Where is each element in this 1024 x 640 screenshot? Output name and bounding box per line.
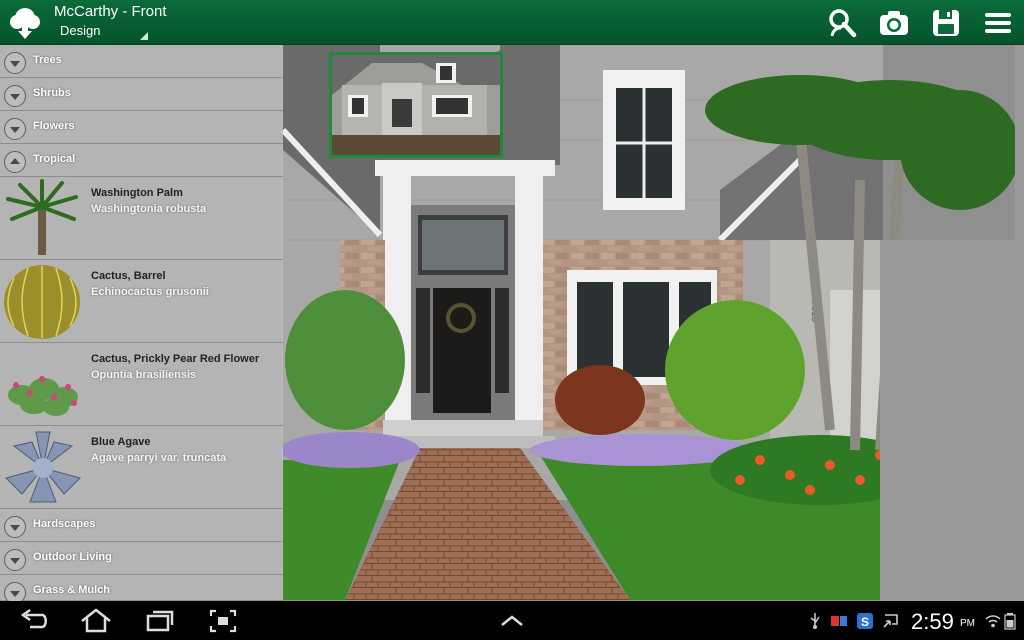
action-bar: McCarthy - Front Design [0,0,1024,45]
category-label: Tropical [33,153,76,165]
status-clock-ampm: PM [960,618,975,629]
mode-dropdown-label: Design [60,23,101,38]
blue-agave-thumbnail [5,431,81,503]
home-button[interactable] [78,607,114,635]
usb-icon [810,613,820,629]
home-icon [81,608,111,633]
plant-scientific-name: Opuntia brasiliensis [91,369,197,381]
screen-mirror-icon [831,616,847,626]
dropdown-corner-icon [140,32,148,40]
recent-apps-button[interactable] [142,607,178,635]
tree-download-icon[interactable] [6,4,44,42]
plant-item-prickly-pear[interactable]: Cactus, Prickly Pear Red Flower Opuntia … [0,343,283,426]
screenshot-capture-icon [209,609,237,633]
plant-item-washington-palm[interactable]: Washington Palm Washingtonia robusta [0,177,283,260]
sync-s-icon: S [857,613,873,629]
expand-chevron-icon [4,52,26,74]
category-grass-mulch[interactable]: Grass & Mulch [0,575,283,604]
plant-search-icon [829,9,857,38]
plant-item-barrel-cactus[interactable]: Cactus, Barrel Echinocactus grusonii [0,260,283,343]
prickly-pear-thumbnail [8,376,78,416]
search-plant-button[interactable] [825,6,859,40]
floppy-disk-icon [933,10,959,36]
back-arrow-icon [20,608,47,629]
app-window: McCarthy - Front Design Trees Shrubs Flo… [0,0,1024,640]
category-outdoor-living[interactable]: Outdoor Living [0,542,283,575]
hamburger-menu-icon [985,13,1011,33]
plant-library-panel: Trees Shrubs Flowers Tropical Washington… [0,45,283,604]
category-trees[interactable]: Trees [0,45,283,78]
barrel-cactus-thumbnail [4,265,80,339]
category-label: Flowers [33,120,75,132]
plant-common-name: Cactus, Prickly Pear Red Flower [91,353,260,365]
category-flowers[interactable]: Flowers [0,111,283,144]
svg-text:S: S [861,615,869,629]
expand-chevron-icon [4,516,26,538]
wifi-icon [985,615,1001,628]
category-label: Grass & Mulch [33,584,111,596]
camera-icon [880,11,908,35]
chevron-up-icon [501,615,523,626]
category-label: Outdoor Living [33,551,112,563]
category-label: Hardscapes [33,518,96,530]
project-title: McCarthy - Front [54,3,167,20]
save-button[interactable] [929,6,963,40]
photo-thumbnail[interactable] [329,52,503,158]
category-hardscapes[interactable]: Hardscapes [0,509,283,542]
expand-chevron-icon [4,118,26,140]
collapse-chevron-icon [4,151,26,173]
palm-tree-thumbnail [6,179,78,255]
status-clock: 2:59 [911,609,954,634]
battery-icon [1004,613,1016,630]
plant-common-name: Cactus, Barrel [91,270,166,282]
plant-common-name: Blue Agave [91,436,151,448]
camera-button[interactable] [877,6,911,40]
plant-item-blue-agave[interactable]: Blue Agave Agave parryi var. truncata [0,426,283,509]
thumbnail-house-image [332,55,500,155]
expand-chevron-icon [4,549,26,571]
app-drawer-up-button[interactable] [494,607,530,635]
plant-common-name: Washington Palm [91,187,183,199]
plant-scientific-name: Washingtonia robusta [91,203,207,215]
back-button[interactable] [16,607,52,635]
plant-scientific-name: Agave parryi var. truncata [91,452,227,464]
screenshot-button[interactable] [205,607,241,635]
screen-cast-icon [883,614,898,628]
category-tropical[interactable]: Tropical [0,144,283,177]
category-label: Shrubs [33,87,71,99]
category-shrubs[interactable]: Shrubs [0,78,283,111]
expand-chevron-icon [4,85,26,107]
recent-apps-icon [146,610,174,632]
overflow-menu-button[interactable] [981,6,1015,40]
plant-scientific-name: Echinocactus grusonii [91,286,209,298]
system-navigation-bar: S 2:59 PM [0,601,1024,640]
mode-dropdown[interactable]: Design [54,22,150,42]
category-label: Trees [33,54,62,66]
